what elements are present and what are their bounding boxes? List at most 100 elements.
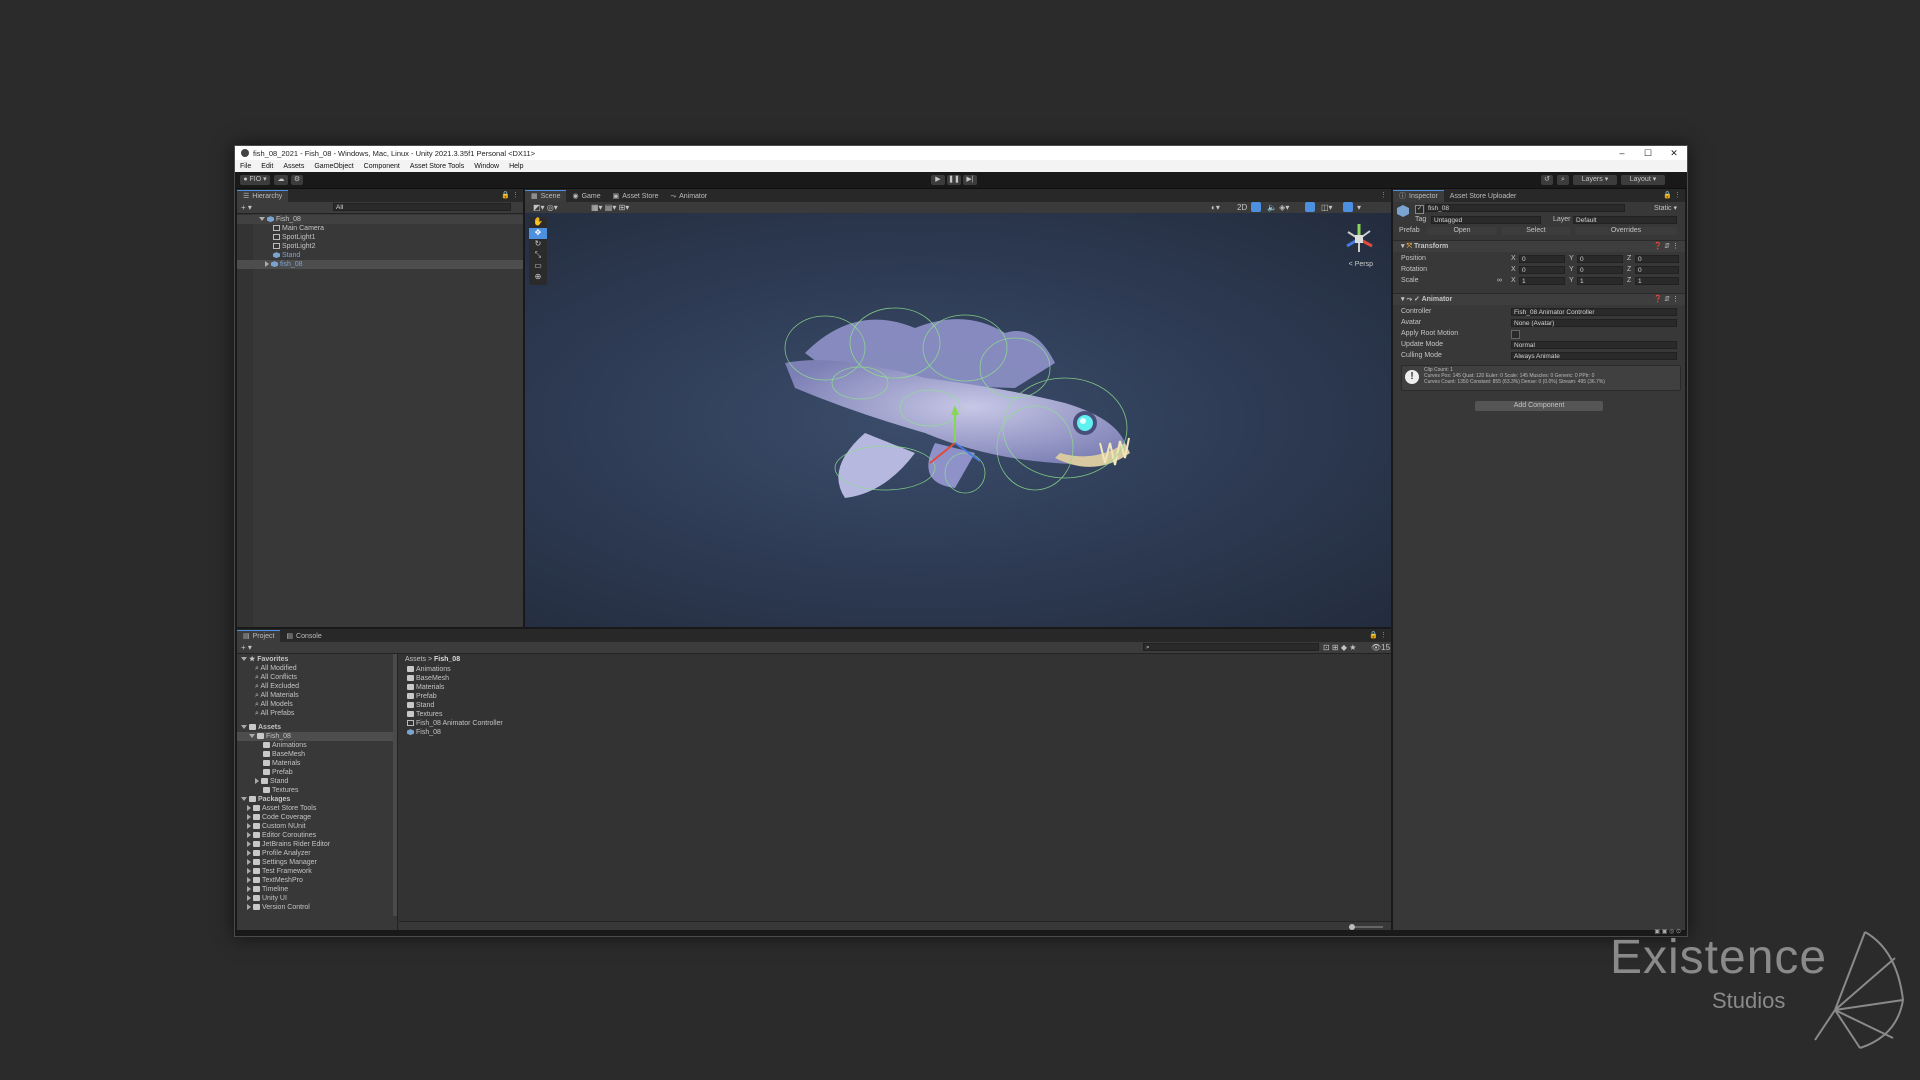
favorite-item[interactable]: ⌕ All Conflicts [237,673,397,682]
package-item[interactable]: Asset Store Tools [237,804,397,813]
step-button[interactable]: ▶| [963,175,977,185]
object-name-field[interactable]: fish_08 [1425,204,1625,212]
menu-file[interactable]: File [235,163,256,170]
minimize-button[interactable]: – [1609,148,1635,159]
package-item[interactable]: Profile Analyzer [237,849,397,858]
prefab-open-button[interactable]: Open [1427,227,1497,235]
breadcrumb-current[interactable]: Fish_08 [434,656,460,663]
animator-header[interactable]: ▾ ⤳ ✓ Animator ❓ ⇵ ⋮ [1393,293,1685,305]
avatar-field[interactable]: None (Avatar) [1511,319,1677,327]
create-asset-button[interactable]: + ▾ [241,643,252,652]
menu-window[interactable]: Window [469,163,504,170]
scale-tool-icon[interactable]: ⤡ [529,250,547,261]
package-item[interactable]: Settings Manager [237,858,397,867]
hidden-objects-dropdown[interactable]: ◫▾ [1321,203,1333,212]
position-z-field[interactable]: 0 [1635,255,1679,263]
shading-dropdown[interactable]: ◐▾ [1211,203,1220,212]
asset-folder[interactable]: Stand [237,777,397,786]
package-item[interactable]: Version Control [237,903,397,912]
component-menu-icon[interactable]: ❓ ⇵ ⋮ [1654,294,1679,305]
hand-tool-icon[interactable]: ✋ [529,217,547,228]
project-search-input[interactable]: ⌕ [1143,643,1319,651]
file-item[interactable]: BaseMesh [399,674,1391,683]
favorite-item[interactable]: ⌕ All Excluded [237,682,397,691]
asset-folder[interactable]: Fish_08 [237,732,397,741]
breadcrumb-root[interactable]: Assets [405,656,426,663]
transform-header[interactable]: ▾ ⤧ Transform ❓ ⇵ ⋮ [1393,240,1685,252]
tag-dropdown[interactable]: Untagged [1431,216,1541,224]
panel-menu-icon[interactable]: ⋮ [1380,191,1387,199]
active-checkbox[interactable]: ✓ [1415,205,1424,214]
history-icon[interactable]: ↺ [1541,175,1553,185]
package-item[interactable]: Code Coverage [237,813,397,822]
persp-label[interactable]: < Persp [1349,261,1373,268]
tab-game[interactable]: ◉ Game [566,191,606,202]
gizmos-dropdown[interactable]: ▾ [1357,203,1361,212]
package-item[interactable]: Timeline [237,885,397,894]
favorite-item[interactable]: ⌕ All Prefabs [237,709,397,718]
cloud-icon[interactable]: ☁ [274,175,288,185]
play-button[interactable]: ▶ [931,175,945,185]
favorite-item[interactable]: ⌕ All Models [237,700,397,709]
package-item[interactable]: Custom NUnit [237,822,397,831]
tab-console[interactable]: ▤ Console [280,631,327,642]
orientation-gizmo[interactable] [1339,219,1379,259]
settings-icon[interactable]: ⚙ [291,175,303,185]
file-item[interactable]: Prefab [399,692,1391,701]
rotation-x-field[interactable]: 0 [1519,266,1565,274]
hierarchy-item[interactable]: Stand [237,251,523,260]
static-toggle[interactable]: Static ▾ [1654,204,1677,212]
hierarchy-search-input[interactable]: All [333,203,511,211]
hierarchy-item[interactable]: Fish_08 [237,215,523,224]
panel-menu-icon[interactable]: 🔒 ⋮ [1369,631,1387,639]
asset-folder[interactable]: Animations [237,741,397,750]
transform-tool-icon[interactable]: ⊕ [529,272,547,283]
tab-scene[interactable]: ▦ Scene [525,190,567,202]
icon-size-slider[interactable] [1349,924,1383,930]
tab-project[interactable]: ▤ Project [237,630,281,642]
fish-model[interactable] [765,293,1165,533]
scale-x-field[interactable]: 1 [1519,277,1565,285]
move-tool-icon[interactable]: ✥ [529,228,547,239]
package-item[interactable]: JetBrains Rider Editor [237,840,397,849]
menu-component[interactable]: Component [359,163,405,170]
add-object-button[interactable]: + ▾ [241,203,252,212]
menu-edit[interactable]: Edit [256,163,278,170]
draw-mode-dropdown[interactable]: ◩▾ ◎▾ [533,203,558,212]
file-item[interactable]: Textures [399,710,1391,719]
menu-assets[interactable]: Assets [278,163,309,170]
add-component-button[interactable]: Add Component [1475,401,1603,411]
file-item[interactable]: Animations [399,665,1391,674]
asset-folder[interactable]: Prefab [237,768,397,777]
packages-header[interactable]: Packages [237,795,397,804]
file-item[interactable]: Materials [399,683,1391,692]
scene-viewport[interactable]: ✋ ✥ ↻ ⤡ ▭ ⊕ < Persp [525,213,1391,627]
rotation-z-field[interactable]: 0 [1635,266,1679,274]
position-x-field[interactable]: 0 [1519,255,1565,263]
grid-snap-dropdown[interactable]: ▦▾ ▤▾ ⊞▾ [591,203,629,212]
asset-folder[interactable]: Materials [237,759,397,768]
account-button[interactable]: ● FIO ▾ [240,175,270,185]
filter-icons[interactable]: ⊡ ⊞ ◆ ★ [1323,643,1356,652]
rotation-y-field[interactable]: 0 [1577,266,1623,274]
package-item[interactable]: Test Framework [237,867,397,876]
prefab-select-button[interactable]: Select [1501,227,1571,235]
favorites-header[interactable]: ★ Favorites [237,655,397,664]
fx-toggle[interactable] [1305,202,1315,212]
gizmos-toggle[interactable] [1343,202,1353,212]
pause-button[interactable]: ❚❚ [947,175,961,185]
scale-y-field[interactable]: 1 [1577,277,1623,285]
position-y-field[interactable]: 0 [1577,255,1623,263]
favorite-item[interactable]: ⌕ All Materials [237,691,397,700]
maximize-button[interactable]: ☐ [1635,148,1661,159]
tab-asset-store[interactable]: ▣ Asset Store [607,191,665,202]
rect-tool-icon[interactable]: ▭ [529,261,547,272]
layout-dropdown[interactable]: Layout ▾ [1621,175,1665,185]
search-icon[interactable]: ⌕ [1557,175,1569,185]
favorite-item[interactable]: ⌕ All Modified [237,664,397,673]
assets-header[interactable]: Assets [237,723,397,732]
tab-animator[interactable]: ⤳ Animator [664,191,713,202]
panel-menu-icon[interactable]: 🔒 ⋮ [1663,191,1681,199]
asset-folder[interactable]: Textures [237,786,397,795]
tab-hierarchy[interactable]: ☰ Hierarchy [237,190,289,202]
